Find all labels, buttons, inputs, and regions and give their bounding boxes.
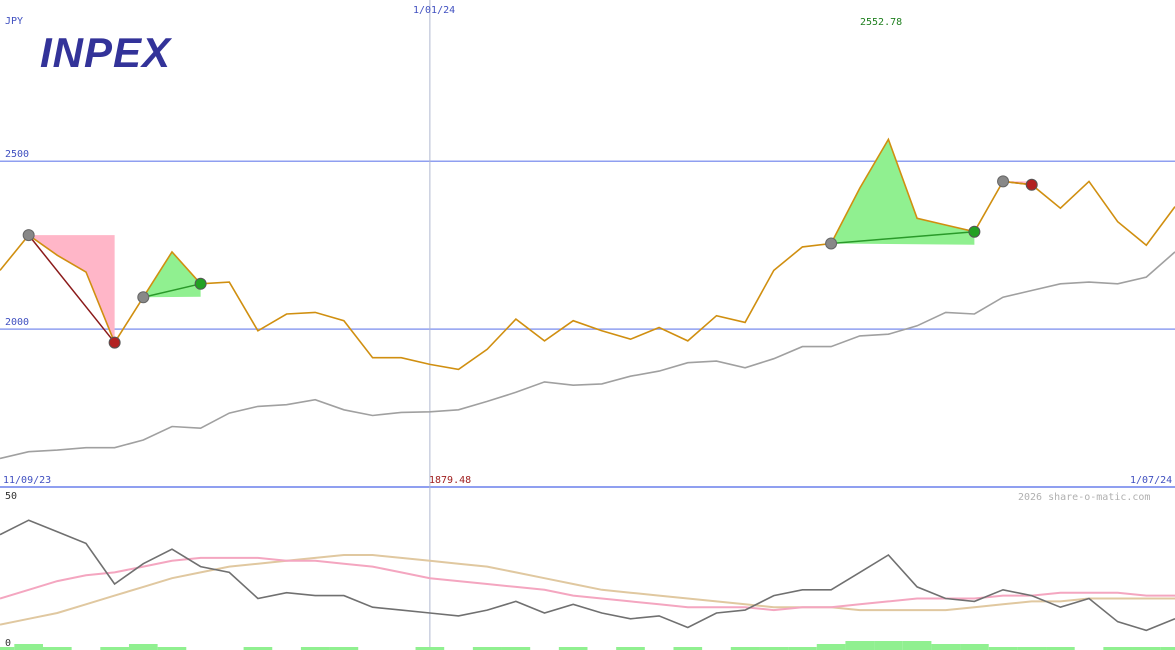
- signal-start-marker-1: [137, 291, 150, 304]
- osc-series-line-1: [0, 556, 1175, 612]
- credit-label: 2026 share-o-matic.com: [1018, 492, 1150, 503]
- osc-series-line-2: [0, 554, 1175, 626]
- volume-bar-31: [874, 641, 903, 650]
- max-price-label: 2552.78: [860, 17, 902, 28]
- start-date-label: 11/09/23: [3, 475, 51, 486]
- signal-start-marker-2: [825, 237, 838, 250]
- osc-series-line-0: [0, 519, 1175, 632]
- price-chart: INPEX 20002500050JPY 1/01/24 2552.78 187…: [0, 0, 1175, 650]
- volume-bar-5: [128, 644, 158, 650]
- signal-start-marker-3: [997, 175, 1010, 188]
- volume-bar-1: [14, 644, 43, 650]
- signal-end-marker-0: [108, 336, 121, 349]
- signal-area-2: [831, 139, 975, 245]
- min-price-label: 1879.48: [429, 475, 471, 486]
- signal-end-marker-3: [1025, 178, 1038, 191]
- y-tick-label-2000: 2000: [5, 317, 29, 328]
- signal-end-marker-2: [968, 225, 981, 238]
- volume-bar-32: [902, 641, 932, 650]
- volume-bar-30: [845, 641, 875, 650]
- volume-bar-34: [960, 644, 989, 650]
- company-logo: INPEX: [40, 29, 173, 76]
- main-series-line-0: [0, 137, 1175, 371]
- osc-tick-label-50: 50: [5, 491, 17, 502]
- currency-label: JPY: [5, 16, 23, 27]
- signal-start-marker-0: [22, 229, 35, 242]
- volume-bar-33: [931, 644, 961, 650]
- end-date-label: 1/07/24: [1130, 475, 1172, 486]
- signal-end-marker-1: [194, 277, 207, 290]
- vline-date-label: 1/01/24: [413, 5, 455, 16]
- y-tick-label-2500: 2500: [5, 149, 29, 160]
- chart-stage: INPEX 2000 2500 0 50 JPY 1/01/24 2552.78 187…: [0, 0, 1175, 650]
- volume-bar-29: [816, 644, 846, 650]
